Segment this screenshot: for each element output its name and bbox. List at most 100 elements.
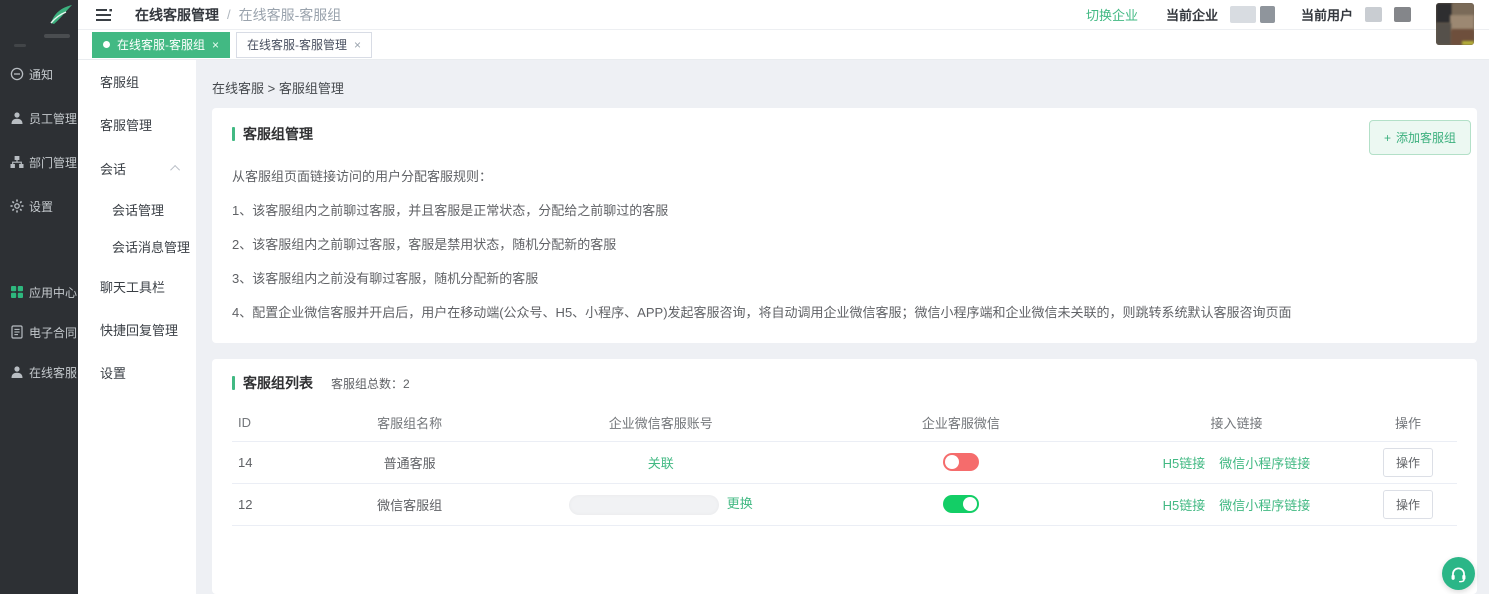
- col-id: ID: [232, 405, 306, 441]
- logo-ghost: [14, 44, 26, 47]
- header-breadcrumb-current: 在线客服-客服组: [239, 5, 342, 25]
- sidebar-item-online-service[interactable]: 在线客服: [0, 352, 78, 392]
- top-header: 在线客服管理 / 在线客服-客服组 切换企业 当前企业 当前用户: [78, 0, 1489, 30]
- module-menu: 客服组 客服管理 会话 会话管理 会话消息管理 聊天工具栏 快捷回复管理 设置: [78, 60, 196, 594]
- menu-item-label: 会话消息管理: [112, 237, 190, 256]
- accent-bar: [232, 376, 235, 390]
- person-icon: [9, 365, 24, 380]
- collapse-menu-icon[interactable]: [96, 8, 113, 22]
- apps-grid-icon: [9, 285, 24, 300]
- add-button-label: 添加客服组: [1396, 129, 1456, 146]
- sidebar-item-label: 通知: [29, 66, 53, 83]
- sidebar-spacer: [0, 228, 78, 272]
- col-access-links: 接入链接: [1114, 405, 1359, 441]
- redacted-user-name: [1394, 7, 1411, 22]
- document-icon: [9, 325, 24, 340]
- add-service-group-button[interactable]: + 添加客服组: [1369, 120, 1471, 155]
- wecom-service-toggle[interactable]: [943, 495, 979, 513]
- menu-item-label: 快捷回复管理: [100, 320, 178, 339]
- plus-icon: +: [1384, 131, 1391, 145]
- table-header-row: ID 客服组名称 企业微信客服账号 企业客服微信 接入链接 操作: [232, 405, 1457, 441]
- minus-circle-icon: [9, 67, 24, 82]
- headset-icon: [1449, 564, 1468, 583]
- service-group-list-card: 客服组列表 客服组总数：2 ID 客服组名称 企业微信客服账号: [212, 359, 1477, 594]
- sidebar-item-employees[interactable]: 员工管理: [0, 96, 78, 140]
- sidebar-item-settings[interactable]: 设置: [0, 184, 78, 228]
- tab-label: 在线客服-客服管理: [247, 36, 347, 53]
- list-card-header: 客服组列表 客服组总数：2: [232, 373, 1457, 393]
- sidebar-item-label: 设置: [29, 198, 53, 215]
- user-avatar[interactable]: [1436, 3, 1474, 45]
- customer-service-fab[interactable]: [1442, 557, 1475, 590]
- cell-group-name: 普通客服: [306, 441, 514, 483]
- menu-item-service-management[interactable]: 客服管理: [78, 103, 196, 146]
- cell-id: 14: [232, 441, 306, 483]
- menu-item-label: 客服管理: [100, 115, 152, 134]
- sidebar-item-app-center[interactable]: 应用中心: [0, 272, 78, 312]
- change-account-link[interactable]: 更换: [727, 496, 753, 511]
- sidebar-item-e-contract[interactable]: 电子合同: [0, 312, 78, 352]
- sidebar-item-label: 部门管理: [29, 154, 77, 171]
- sidebar-item-label: 在线客服: [29, 364, 77, 381]
- app-root: 通知 员工管理 部门管理 设置 应用中心: [0, 0, 1489, 594]
- menu-item-session-management[interactable]: 会话管理: [78, 191, 196, 228]
- tab-online-service-management[interactable]: 在线客服-客服管理 ×: [236, 32, 372, 58]
- redacted-account-name: [569, 495, 719, 515]
- rule-item: 4、配置企业微信客服并开启后，用户在移动端(公众号、H5、小程序、APP)发起客…: [232, 302, 1457, 321]
- current-user-label: 当前用户: [1301, 5, 1353, 24]
- menu-item-quick-reply-management[interactable]: 快捷回复管理: [78, 308, 196, 351]
- active-dot-icon: [103, 41, 110, 48]
- h5-link[interactable]: H5链接: [1163, 453, 1206, 472]
- cell-id: 12: [232, 483, 306, 525]
- app-logo: [0, 0, 78, 52]
- menu-item-session-group[interactable]: 会话: [78, 146, 196, 191]
- close-tab-icon[interactable]: ×: [354, 39, 361, 51]
- header-right: 切换企业 当前企业 当前用户: [1086, 5, 1411, 24]
- org-chart-icon: [9, 155, 24, 170]
- wecom-service-toggle[interactable]: [943, 453, 979, 471]
- redacted-user-name: [1365, 7, 1382, 22]
- sidebar-item-label: 电子合同: [29, 324, 77, 341]
- sidebar-item-notifications[interactable]: 通知: [0, 52, 78, 96]
- rule-item: 3、该客服组内之前没有聊过客服，随机分配新的客服: [232, 268, 1457, 287]
- current-company-label: 当前企业: [1166, 5, 1218, 24]
- menu-item-session-message-management[interactable]: 会话消息管理: [78, 228, 196, 265]
- toggle-knob: [963, 497, 977, 511]
- col-wecom-service: 企业客服微信: [808, 405, 1114, 441]
- redacted-company-name: [1230, 6, 1256, 23]
- mini-program-link[interactable]: 微信小程序链接: [1219, 453, 1310, 472]
- menu-item-label: 设置: [100, 363, 126, 382]
- table-row: 12 微信客服组 更换 H5链接微信小程序链接 操作: [232, 483, 1457, 525]
- gear-icon: [9, 199, 24, 214]
- main-column: 在线客服管理 / 在线客服-客服组 切换企业 当前企业 当前用户: [78, 0, 1489, 594]
- rules-intro: 从客服组页面链接访问的用户分配客服规则：: [232, 166, 1457, 185]
- rules-card-title: 客服组管理: [243, 124, 313, 144]
- menu-item-label: 客服组: [100, 72, 139, 91]
- tab-online-service-group[interactable]: 在线客服-客服组 ×: [92, 32, 230, 58]
- sidebar-item-departments[interactable]: 部门管理: [0, 140, 78, 184]
- h5-link[interactable]: H5链接: [1163, 495, 1206, 514]
- mini-program-link[interactable]: 微信小程序链接: [1219, 495, 1310, 514]
- logo-ghost: [44, 34, 70, 38]
- toggle-knob: [945, 455, 959, 469]
- person-icon: [9, 111, 24, 126]
- workspace: 客服组 客服管理 会话 会话管理 会话消息管理 聊天工具栏 快捷回复管理 设置 …: [78, 60, 1489, 594]
- associate-account-link[interactable]: 关联: [648, 456, 674, 471]
- menu-item-chat-toolbar[interactable]: 聊天工具栏: [78, 265, 196, 308]
- menu-item-label: 聊天工具栏: [100, 277, 165, 296]
- menu-item-settings[interactable]: 设置: [78, 351, 196, 394]
- logo-swoosh-icon: [48, 3, 74, 29]
- switch-company-link[interactable]: 切换企业: [1086, 5, 1138, 24]
- chevron-up-icon: [170, 165, 180, 175]
- menu-item-service-group[interactable]: 客服组: [78, 60, 196, 103]
- row-action-button[interactable]: 操作: [1383, 448, 1433, 477]
- menu-item-label: 会话: [100, 159, 126, 178]
- service-group-table: ID 客服组名称 企业微信客服账号 企业客服微信 接入链接 操作 14: [232, 405, 1457, 526]
- col-actions: 操作: [1359, 405, 1457, 441]
- row-action-button[interactable]: 操作: [1383, 490, 1433, 519]
- tab-label: 在线客服-客服组: [117, 36, 205, 53]
- close-tab-icon[interactable]: ×: [212, 39, 219, 51]
- rules-card: 客服组管理 + 添加客服组 从客服组页面链接访问的用户分配客服规则： 1、该客服…: [212, 108, 1477, 343]
- list-card-title: 客服组列表: [243, 373, 313, 393]
- page-content: 在线客服 > 客服组管理 客服组管理 + 添加客服组 从客服组页面链接访问的用户…: [196, 60, 1489, 594]
